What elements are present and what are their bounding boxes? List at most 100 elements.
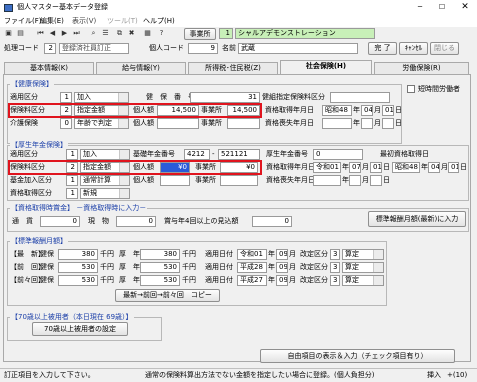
fund-select[interactable]: 通常計算 [80, 175, 130, 186]
health-number-input[interactable]: 31 [190, 92, 260, 103]
fund-indiv-input[interactable] [160, 175, 190, 186]
menu-edit[interactable]: 編集(E) [40, 16, 64, 27]
health-acquire-era[interactable]: 昭和48 [322, 105, 352, 116]
health-apply-code[interactable]: 1 [60, 92, 72, 103]
std-prev2-health[interactable]: 530 [58, 275, 98, 286]
first-record-icon[interactable]: ⏮ [35, 28, 46, 39]
status-main: 訂正項目を入力して下さい。 [4, 371, 95, 379]
help-icon[interactable]: ? [156, 28, 167, 39]
std-latest-reason[interactable]: 算定 [342, 249, 384, 260]
cancel-button[interactable]: ｷｬﾝｾﾙ [399, 42, 428, 55]
print-icon[interactable]: ▤ [15, 28, 26, 39]
delete-icon[interactable]: ✖ [126, 28, 137, 39]
last-record-icon[interactable]: ⏭ [71, 28, 82, 39]
health-apply-select[interactable]: 加入 [74, 92, 129, 103]
calc-icon[interactable]: ▦ [142, 28, 153, 39]
pension-apply-code[interactable]: 1 [66, 149, 78, 160]
menu-tools[interactable]: ツール(T) [107, 16, 138, 27]
person-code-input[interactable]: 9 [188, 43, 218, 54]
health-acquire-day[interactable]: 01 [382, 105, 394, 116]
close-icon[interactable]: ✕ [455, 0, 475, 16]
first-acquire-era[interactable]: 昭和48 [392, 162, 420, 173]
list-icon[interactable]: ☰ [100, 28, 111, 39]
std-prev-month[interactable]: 09 [276, 262, 288, 273]
save-icon[interactable]: ▣ [3, 28, 14, 39]
base-number-2[interactable]: 521121 [218, 149, 260, 160]
std-pension-label: 厚 年 [119, 250, 140, 258]
care-office-input[interactable] [227, 118, 260, 129]
next-record-icon[interactable]: ▶ [59, 28, 70, 39]
health-loss-day[interactable] [382, 118, 394, 129]
pension-acquire-era[interactable]: 令和01 [313, 162, 341, 173]
health-acquire-month[interactable]: 04 [361, 105, 373, 116]
free-item-button[interactable]: 自由項目の表示＆入力（チェック項目有り） [260, 349, 455, 363]
std-prev2-pension[interactable]: 530 [140, 275, 180, 286]
proc-code-input[interactable]: 2 [44, 43, 56, 54]
short-time-checkbox[interactable] [407, 85, 415, 93]
bonus-est-input[interactable]: 0 [252, 216, 292, 227]
std-latest-pension[interactable]: 380 [140, 249, 180, 260]
tab-social-insurance[interactable]: 社会保険(H) [280, 60, 372, 75]
standard-fill-button[interactable]: 標準報酬月額(最新)に入力 [368, 211, 466, 227]
std-prev-era[interactable]: 平成28 [237, 262, 267, 273]
minimize-button[interactable]: ─ [410, 0, 430, 16]
std-prev-health[interactable]: 530 [58, 262, 98, 273]
tab-basic[interactable]: 基本情報(K) [4, 62, 94, 74]
union-rate-input[interactable] [330, 92, 390, 103]
care-code[interactable]: 0 [60, 118, 72, 129]
pension-loss-month[interactable] [349, 175, 361, 186]
health-loss-era[interactable] [322, 118, 352, 129]
day-unit: 日 [383, 163, 390, 171]
std-prev-reason-code[interactable]: 3 [330, 262, 340, 273]
bonus-kind-input[interactable]: 0 [116, 216, 156, 227]
pension-number-input[interactable]: 0 [313, 149, 363, 160]
std-prev2-reason-code[interactable]: 3 [330, 275, 340, 286]
pension-acquire-month[interactable]: 07 [349, 162, 361, 173]
over70-button[interactable]: 70歳以上被用者の設定 [32, 322, 128, 336]
std-prev2-month[interactable]: 09 [276, 275, 288, 286]
office-code[interactable]: 1 [219, 28, 233, 39]
care-indiv-input[interactable] [157, 118, 199, 129]
year-unit: 年 [353, 119, 360, 127]
std-pension-label: 厚 年 [119, 276, 140, 284]
std-prev2-era[interactable]: 平成27 [237, 275, 267, 286]
menu-file[interactable]: ファイル(F) [4, 16, 42, 27]
first-acquire-month[interactable]: 04 [428, 162, 440, 173]
pension-acquire-day[interactable]: 01 [370, 162, 382, 173]
care-select[interactable]: 年齢で判定 [74, 118, 129, 129]
std-latest-health[interactable]: 380 [58, 249, 98, 260]
std-prev2-reason[interactable]: 算定 [342, 275, 384, 286]
find-icon[interactable]: ⌕ [88, 28, 99, 39]
tab-labor-insurance[interactable]: 労働保険(R) [374, 62, 469, 74]
app-icon [4, 4, 13, 12]
pension-loss-day[interactable] [370, 175, 382, 186]
tab-tax[interactable]: 所得税･住民税(Z) [188, 62, 278, 74]
pension-apply-select[interactable]: 加入 [80, 149, 130, 160]
bonus-cash-input[interactable]: 0 [40, 216, 80, 227]
menu-view[interactable]: 表示(V) [72, 16, 96, 27]
complete-button[interactable]: 完 了 [368, 42, 397, 55]
copy-standard-button[interactable]: 最新→前回→前々回 コピー [115, 289, 220, 302]
menu-help[interactable]: ヘルプ(H) [143, 16, 175, 27]
prev-record-icon[interactable]: ◀ [47, 28, 58, 39]
std-latest-month[interactable]: 09 [276, 249, 288, 260]
office-button[interactable]: 事業所 [184, 28, 216, 40]
name-input[interactable]: 武蔵 [238, 43, 358, 54]
title-bar: 個人マスター基本データ登録 ─ ☐ ✕ [0, 0, 477, 16]
std-prev-reason[interactable]: 算定 [342, 262, 384, 273]
close-button[interactable]: 閉じる [430, 42, 459, 55]
acquire-type-code[interactable]: 1 [66, 188, 78, 199]
std-prev-pension[interactable]: 530 [140, 262, 180, 273]
health-loss-month[interactable] [361, 118, 373, 129]
maximize-button[interactable]: ☐ [432, 0, 452, 16]
acquire-type-select[interactable]: 新規 [80, 188, 130, 199]
fund-office-input[interactable] [220, 175, 258, 186]
std-latest-reason-code[interactable]: 3 [330, 249, 340, 260]
copy-icon[interactable]: ⧉ [114, 28, 125, 39]
tab-salary[interactable]: 給与情報(Y) [96, 62, 186, 74]
base-number-1[interactable]: 4212 [184, 149, 210, 160]
first-acquire-day[interactable]: 01 [448, 162, 459, 173]
std-latest-era[interactable]: 令和01 [237, 249, 267, 260]
pension-loss-era[interactable] [313, 175, 341, 186]
fund-code[interactable]: 1 [66, 175, 78, 186]
